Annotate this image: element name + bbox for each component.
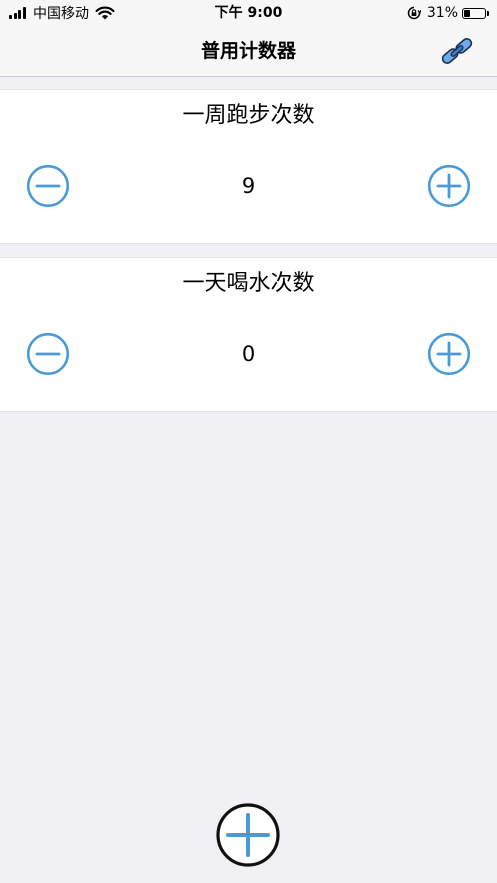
counter-value: 0: [241, 342, 256, 366]
status-right: 31%: [407, 3, 489, 23]
page-title: 普用计数器: [200, 40, 296, 62]
battery-percent: 31%: [426, 5, 458, 21]
increment-button[interactable]: [427, 164, 471, 208]
status-bar: 中国移动 下午 9:00 31%: [0, 0, 497, 26]
counter-card: 一天喝水次数 0: [0, 257, 497, 412]
decrement-button[interactable]: [26, 332, 70, 376]
counter-title: 一周跑步次数: [182, 103, 315, 128]
add-counter-button[interactable]: [216, 803, 280, 867]
link-icon[interactable]: [439, 36, 475, 66]
counter-card: 一周跑步次数 9: [0, 89, 497, 244]
increment-button[interactable]: [427, 332, 471, 376]
rotation-lock-icon: [407, 6, 421, 20]
nav-bar: 普用计数器: [0, 26, 497, 77]
decrement-button[interactable]: [26, 164, 70, 208]
counter-title: 一天喝水次数: [182, 271, 315, 296]
battery-level-fill: [464, 9, 470, 17]
battery-tip: [487, 10, 489, 16]
battery-icon: [462, 7, 486, 19]
counter-value: 9: [241, 174, 256, 198]
